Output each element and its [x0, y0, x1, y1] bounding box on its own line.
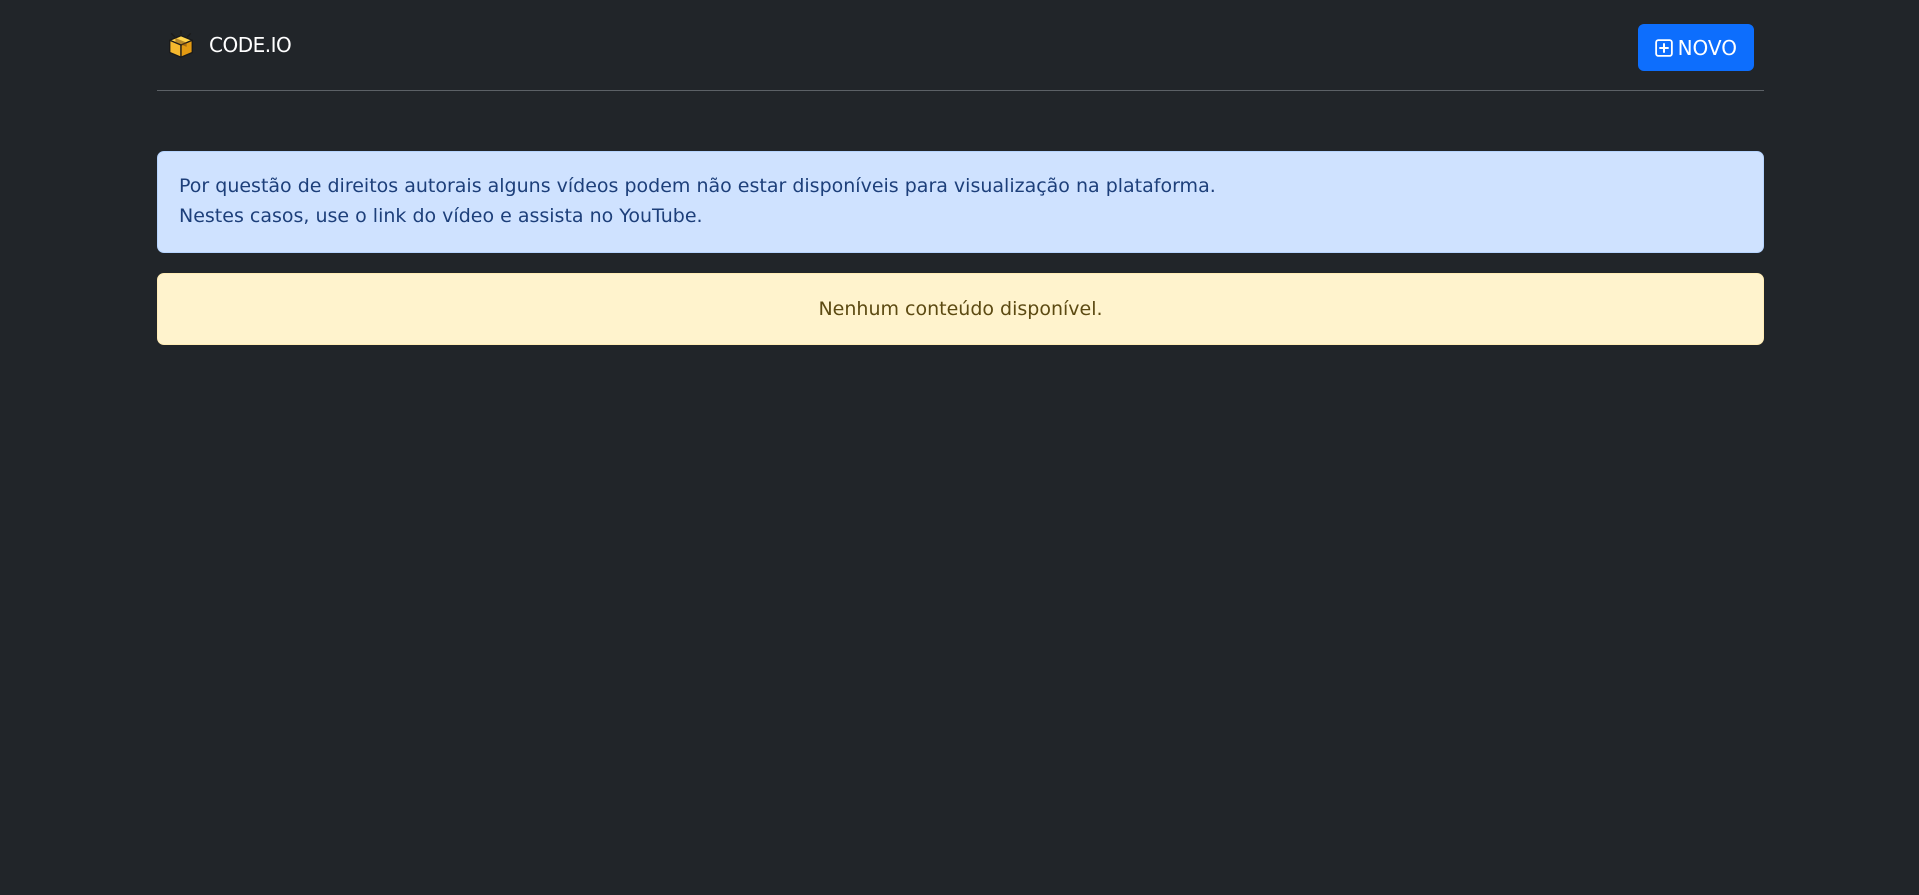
empty-content-alert: Nenhum conteúdo disponível. — [157, 273, 1764, 345]
brand-name: CODE.IO — [209, 33, 292, 57]
new-button-label: NOVO — [1677, 35, 1737, 60]
notice-line-1: Por questão de direitos autorais alguns … — [179, 175, 1216, 197]
package-box-icon — [169, 30, 193, 58]
brand-link[interactable]: CODE.IO — [166, 30, 292, 60]
copyright-notice-alert: Por questão de direitos autorais alguns … — [157, 151, 1764, 253]
notice-line-2: Nestes casos, use o link do vídeo e assi… — [179, 205, 703, 227]
page-container: CODE.IO NOVO Por questão de direitos aut… — [157, 0, 1764, 345]
empty-content-message: Nenhum conteúdo disponível. — [818, 298, 1103, 320]
new-button[interactable]: NOVO — [1637, 24, 1754, 71]
top-header: CODE.IO NOVO — [157, 0, 1764, 91]
plus-square-icon — [1654, 38, 1673, 57]
